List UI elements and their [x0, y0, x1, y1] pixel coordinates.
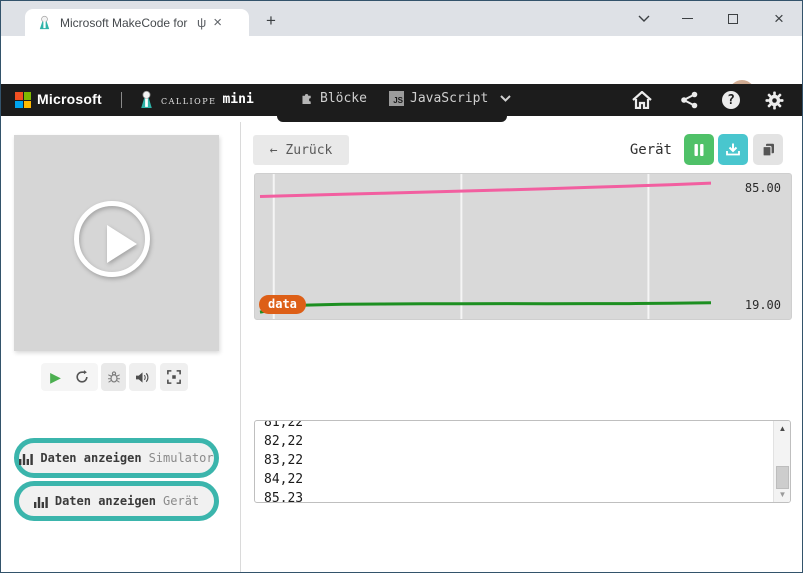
pause-recording-button[interactable] [684, 134, 714, 165]
show-data-device-target: Gerät [163, 494, 199, 508]
window-maximize-button[interactable] [710, 1, 756, 36]
makecode-header: Microsoft Calliope mini Blöcke JS JavaSc… [1, 84, 802, 116]
javascript-icon: JS [389, 91, 404, 106]
sim-fullscreen-button[interactable] [160, 363, 188, 391]
help-menu-icon[interactable]: ? [720, 90, 742, 110]
simulator-placeholder[interactable] [14, 135, 219, 351]
show-data-device-label: Daten anzeigen [55, 494, 156, 508]
pause-icon [694, 144, 704, 156]
tab-search-chevron-icon[interactable] [624, 1, 664, 36]
sim-play-button[interactable]: ▶ [50, 370, 61, 384]
console-line: 84,22 [264, 470, 770, 489]
browser-toolbar: ← → makecode.calliope.cc/alpha#... ☆ [1, 36, 802, 84]
simulator-play-overlay[interactable] [74, 201, 150, 277]
show-data-simulator-label: Daten anzeigen [40, 451, 141, 465]
serial-console[interactable]: 81,2282,2283,2284,2285,23 ▲ ▼ [254, 420, 791, 503]
header-divider [121, 92, 122, 108]
tab-blocks[interactable]: Blöcke [300, 91, 367, 106]
sim-restart-button[interactable] [75, 370, 89, 384]
calliope-mascot-icon [138, 90, 155, 109]
copy-data-button[interactable] [753, 134, 783, 165]
chart-min-label: 19.00 [745, 298, 781, 312]
calliope-brand[interactable]: Calliope mini [138, 90, 254, 109]
sim-sound-button[interactable] [129, 363, 156, 391]
minimize-icon [682, 18, 693, 20]
console-scrollbar[interactable]: ▲ ▼ [773, 421, 790, 502]
brand-calliope: Calliope [161, 93, 216, 107]
window-controls: × [624, 1, 802, 36]
brand-mini: mini [222, 92, 253, 107]
window-minimize-button[interactable] [664, 1, 710, 36]
console-line: 82,22 [264, 432, 770, 451]
browser-window: Microsoft MakeCode for Cal ψ × + × ← → [0, 0, 803, 573]
device-label: Gerät [630, 142, 672, 158]
simulator-sidebar: ▶ Daten anzeigen Simulator Daten anzeige… [1, 122, 241, 573]
show-data-simulator-button[interactable]: Daten anzeigen Simulator [14, 438, 219, 478]
serial-chart-svg [255, 174, 791, 319]
show-data-simulator-target: Simulator [149, 451, 214, 465]
chart-max-label: 85.00 [745, 181, 781, 195]
copy-icon [762, 143, 775, 157]
puzzle-icon [300, 92, 314, 106]
serial-chart[interactable]: 85.00 19.00 data [254, 173, 792, 320]
tab-javascript[interactable]: JS JavaScript [389, 91, 511, 106]
bar-chart-icon [34, 495, 48, 508]
window-close-button[interactable]: × [756, 1, 802, 36]
scroll-up-icon[interactable]: ▲ [774, 421, 791, 436]
speaker-icon [135, 371, 150, 384]
back-arrow-icon: ← [270, 143, 278, 158]
play-icon [107, 225, 137, 263]
chevron-down-icon [500, 95, 511, 102]
back-label: Zurück [285, 143, 332, 158]
tab-blocks-label: Blöcke [320, 91, 367, 106]
sim-run-controls: ▶ [41, 363, 98, 391]
fullscreen-icon [167, 370, 181, 384]
tab-title: Microsoft MakeCode for Cal [60, 16, 190, 30]
browser-tab[interactable]: Microsoft MakeCode for Cal ψ × [25, 9, 249, 36]
sim-debug-button[interactable] [101, 363, 126, 391]
tab-javascript-label: JavaScript [410, 91, 488, 106]
series-badge[interactable]: data [259, 295, 306, 314]
data-viewer: ← Zurück Gerät 85.00 19.00 data 81,2282,… [242, 122, 803, 573]
download-icon [726, 143, 740, 156]
console-line: 81,22 [264, 420, 770, 432]
share-menu-icon[interactable] [678, 90, 700, 110]
home-menu-icon[interactable] [631, 90, 653, 110]
back-to-editor-button[interactable]: ← Zurück [253, 135, 349, 165]
download-csv-button[interactable] [718, 134, 748, 165]
browser-tab-bar: Microsoft MakeCode for Cal ψ × + × [1, 1, 802, 36]
bug-icon [107, 370, 121, 384]
microsoft-logo [15, 92, 31, 108]
console-line: 83,22 [264, 451, 770, 470]
tab-close-icon[interactable]: × [213, 15, 222, 30]
usb-connected-icon: ψ [197, 15, 206, 30]
console-line: 85,23 [264, 489, 770, 503]
show-data-device-button[interactable]: Daten anzeigen Gerät [14, 481, 219, 521]
scrollbar-thumb[interactable] [776, 466, 789, 489]
console-lines: 81,2282,2283,2284,2285,23 [264, 420, 770, 503]
new-tab-button[interactable]: + [259, 10, 283, 34]
calliope-favicon [37, 15, 52, 30]
scroll-down-icon[interactable]: ▼ [774, 487, 791, 502]
microsoft-wordmark: Microsoft [37, 91, 102, 107]
settings-gear-icon[interactable] [763, 90, 785, 110]
maximize-icon [728, 14, 738, 24]
bar-chart-icon [19, 452, 33, 465]
close-icon: × [774, 10, 784, 27]
